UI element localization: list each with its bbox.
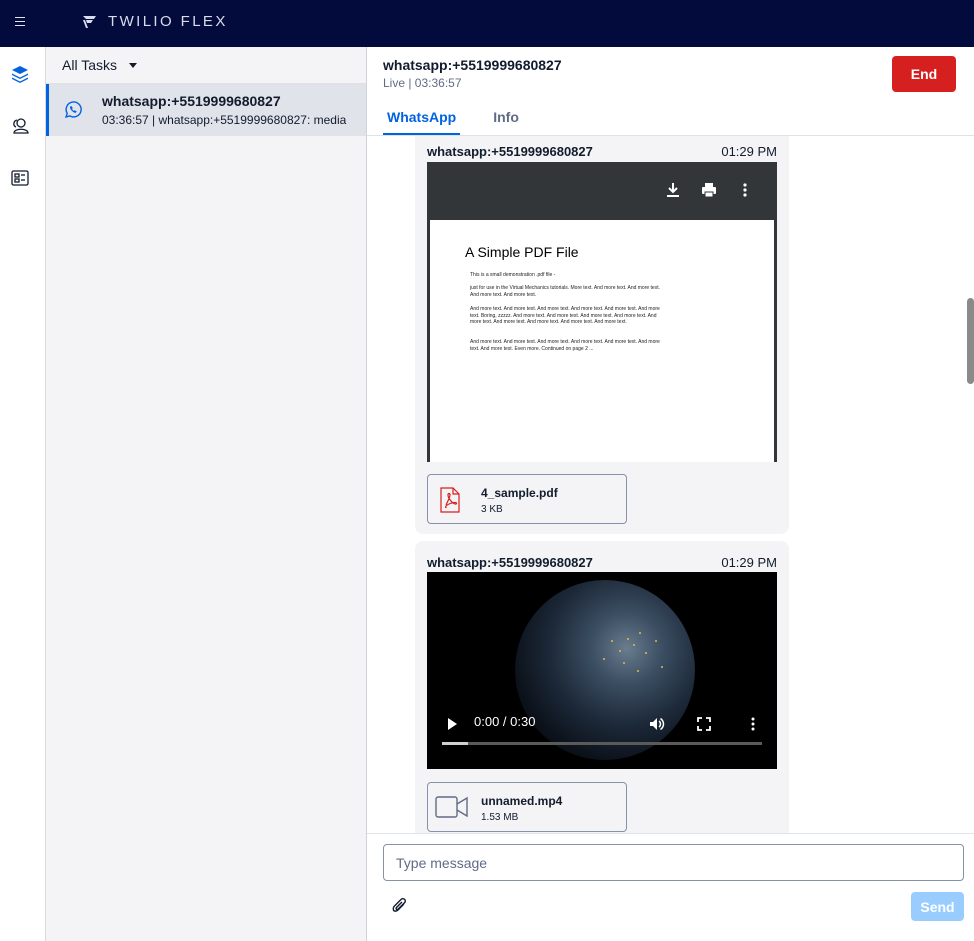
task-filter-dropdown[interactable]: All Tasks xyxy=(46,47,366,84)
download-icon[interactable] xyxy=(663,180,683,200)
task-subtitle: 03:36:57 | whatsapp:+5519999680827: medi… xyxy=(102,113,347,127)
video-time: 0:00 / 0:30 xyxy=(474,714,536,729)
more-vertical-icon[interactable] xyxy=(745,716,761,732)
attachment-name: 4_sample.pdf xyxy=(481,486,558,500)
conversation-status: Live | 03:36:57 xyxy=(383,76,462,90)
brand-logo: TWILIO FLEX xyxy=(82,13,228,30)
scrollbar[interactable] xyxy=(966,136,974,833)
attachment-card[interactable]: 4_sample.pdf 3 KB xyxy=(427,474,627,524)
tab-whatsapp[interactable]: WhatsApp xyxy=(383,101,461,135)
conversation-panel: whatsapp:+5519999680827 Live | 03:36:57 … xyxy=(367,47,974,941)
scrollbar-thumb[interactable] xyxy=(967,298,974,384)
tab-info[interactable]: Info xyxy=(489,101,523,135)
attach-icon[interactable] xyxy=(391,897,409,915)
queue-card-icon[interactable] xyxy=(10,168,30,188)
top-bar: TWILIO FLEX xyxy=(0,0,974,47)
message-time: 01:29 PM xyxy=(721,144,777,159)
brand-name: TWILIO FLEX xyxy=(108,13,228,30)
chevron-down-icon xyxy=(128,62,137,68)
message-bubble: whatsapp:+5519999680827 01:29 PM 0:00 / … xyxy=(415,541,789,833)
video-file-icon xyxy=(435,796,468,818)
message-sender: whatsapp:+5519999680827 xyxy=(427,555,593,570)
play-icon[interactable] xyxy=(445,717,459,731)
pdf-paragraph: just for use in the Virtual Mechanics tu… xyxy=(470,285,660,298)
print-icon[interactable] xyxy=(699,180,719,200)
video-controls: 0:00 / 0:30 xyxy=(427,709,777,769)
conversation-title: whatsapp:+5519999680827 xyxy=(383,57,562,73)
pdf-paragraph: And more text. And more text. And more t… xyxy=(470,339,660,352)
pdf-file-icon xyxy=(440,487,460,513)
menu-icon[interactable] xyxy=(12,14,28,30)
attachment-size: 1.53 MB xyxy=(481,812,519,823)
conversation-tabs: WhatsApp Info xyxy=(383,101,552,135)
side-nav xyxy=(0,47,46,941)
attachment-name: unnamed.mp4 xyxy=(481,794,563,808)
divider xyxy=(367,833,974,834)
more-vertical-icon[interactable] xyxy=(735,180,755,200)
message-time: 01:29 PM xyxy=(721,555,777,570)
pdf-paragraph: This is a small demonstration .pdf file … xyxy=(470,272,556,278)
layers-icon[interactable] xyxy=(10,64,30,84)
agents-icon[interactable] xyxy=(10,116,30,136)
pdf-page: A Simple PDF File This is a small demons… xyxy=(430,220,774,462)
attachment-card[interactable]: unnamed.mp4 1.53 MB xyxy=(427,782,627,832)
video-progress-fill xyxy=(442,742,468,745)
video-player[interactable]: 0:00 / 0:30 xyxy=(427,572,777,769)
pdf-heading: A Simple PDF File xyxy=(465,244,579,260)
pdf-viewer[interactable]: A Simple PDF File This is a small demons… xyxy=(427,162,777,462)
fullscreen-icon[interactable] xyxy=(697,717,711,731)
message-input[interactable] xyxy=(383,844,964,881)
message-sender: whatsapp:+5519999680827 xyxy=(427,144,593,159)
message-list[interactable]: whatsapp:+5519999680827 01:29 PM A Simpl… xyxy=(367,136,974,833)
pdf-toolbar xyxy=(427,162,777,218)
send-button[interactable]: Send xyxy=(911,892,964,921)
task-card[interactable]: whatsapp:+5519999680827 03:36:57 | whats… xyxy=(46,84,366,136)
task-title: whatsapp:+5519999680827 xyxy=(102,93,281,109)
end-button[interactable]: End xyxy=(892,56,956,92)
video-progress-bar[interactable] xyxy=(442,742,762,745)
message-bubble: whatsapp:+5519999680827 01:29 PM A Simpl… xyxy=(415,136,789,534)
attachment-size: 3 KB xyxy=(481,504,503,515)
volume-icon[interactable] xyxy=(648,715,666,733)
whatsapp-icon xyxy=(64,101,82,119)
pdf-paragraph: And more text. And more text. And more t… xyxy=(470,306,660,325)
task-list-panel: All Tasks whatsapp:+5519999680827 03:36:… xyxy=(46,47,367,941)
twilio-flex-logo-icon xyxy=(83,15,96,28)
task-filter-label: All Tasks xyxy=(62,57,117,73)
